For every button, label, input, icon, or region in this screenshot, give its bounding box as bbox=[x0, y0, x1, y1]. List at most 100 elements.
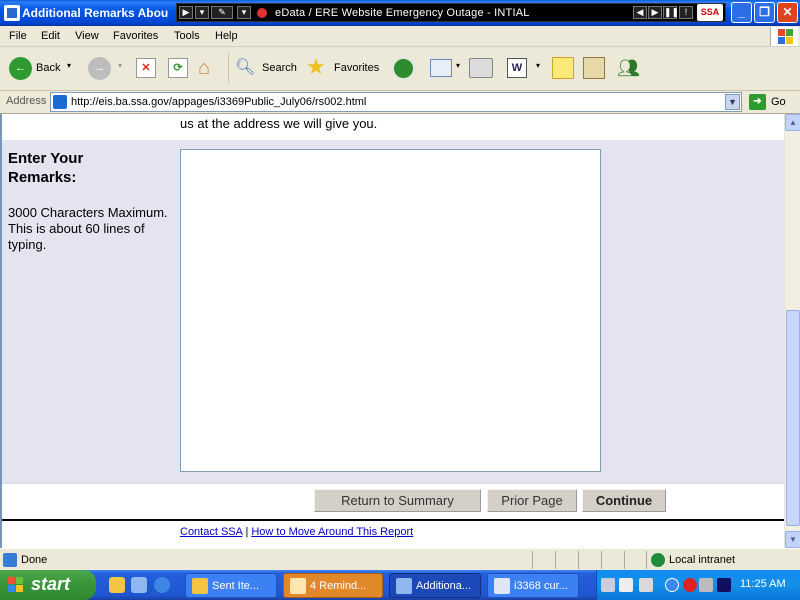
address-input[interactable]: http://eis.ba.ssa.gov/appages/i3369Publi… bbox=[50, 92, 742, 112]
page-icon bbox=[53, 95, 67, 109]
search-button-label[interactable]: Search bbox=[262, 62, 297, 74]
footer-divider bbox=[2, 519, 784, 521]
page-content: us at the address we will give you. Ente… bbox=[0, 114, 784, 548]
ssa-logo: SSA bbox=[697, 4, 723, 21]
status-cell bbox=[532, 551, 533, 569]
forward-dropdown-icon[interactable]: ▾ bbox=[118, 61, 122, 70]
media-menu-icon[interactable]: ▾ bbox=[237, 6, 251, 19]
explorer-quicklaunch-icon[interactable] bbox=[154, 577, 170, 593]
go-button-label[interactable]: Go bbox=[771, 96, 786, 108]
edit-dropdown-icon[interactable]: ▾ bbox=[536, 61, 540, 70]
status-cell bbox=[578, 551, 579, 569]
menu-file[interactable]: File bbox=[9, 30, 27, 42]
task-label: Sent Ite... bbox=[212, 580, 260, 592]
footer-separator: | bbox=[245, 526, 249, 538]
media-info-icon[interactable]: ! bbox=[679, 6, 693, 19]
favorites-button-label[interactable]: Favorites bbox=[334, 62, 379, 74]
maximize-button[interactable]: ❐ bbox=[754, 2, 775, 23]
task-sent-items[interactable]: Sent Ite... bbox=[185, 573, 277, 598]
back-arrow-icon[interactable]: ← bbox=[9, 57, 32, 80]
media-title: eData / ERE Website Emergency Outage - I… bbox=[275, 7, 530, 19]
scroll-thumb[interactable] bbox=[786, 310, 800, 526]
media-record-icon bbox=[257, 8, 267, 18]
continue-button[interactable]: Continue bbox=[582, 489, 666, 512]
remarks-section: Enter Your Remarks: 3000 Characters Maxi… bbox=[2, 140, 784, 483]
minimize-button[interactable]: _ bbox=[731, 2, 752, 23]
standard-toolbar: ← Back ▾ → ▾ ✕ ⟳ ⌂ 🔍︎ Search ★ Favorites… bbox=[0, 47, 800, 91]
address-dropdown-icon[interactable]: ▼ bbox=[725, 94, 740, 110]
system-tray: 11:25 AM bbox=[596, 570, 800, 600]
search-icon[interactable]: 🔍︎ bbox=[235, 58, 255, 78]
task-reminders[interactable]: 4 Remind... bbox=[283, 573, 383, 598]
display-tray-icon[interactable] bbox=[717, 578, 731, 592]
stop-icon[interactable]: ✕ bbox=[136, 58, 156, 78]
status-cell bbox=[646, 551, 647, 569]
help-navigation-link[interactable]: How to Move Around This Report bbox=[251, 526, 413, 538]
taskbar: start Sent Ite... 4 Remind... Additiona.… bbox=[0, 570, 800, 600]
status-text: Done bbox=[21, 554, 48, 566]
page-done-icon bbox=[3, 553, 17, 567]
tray-expand-icon[interactable] bbox=[665, 578, 679, 592]
refresh-icon[interactable]: ⟳ bbox=[168, 58, 188, 78]
monitor-tray-icon[interactable] bbox=[699, 578, 713, 592]
remarks-heading: Enter Your Remarks: bbox=[8, 150, 84, 186]
ie-window-icon[interactable] bbox=[4, 5, 20, 21]
ie-quicklaunch-icon[interactable] bbox=[131, 577, 147, 593]
toolbar-separator bbox=[228, 53, 229, 83]
ie-icon bbox=[396, 578, 412, 594]
mail-icon[interactable] bbox=[430, 59, 452, 77]
menu-view[interactable]: View bbox=[75, 30, 99, 42]
title-bar[interactable]: Additional Remarks Abou ▶ ▾ ✎ ▾ eData / … bbox=[0, 0, 800, 26]
prior-page-button[interactable]: Prior Page bbox=[487, 489, 577, 512]
notes-icon[interactable] bbox=[552, 57, 574, 79]
favorites-star-icon[interactable]: ★ bbox=[306, 55, 330, 79]
print-icon[interactable] bbox=[469, 58, 493, 78]
edit-word-icon[interactable]: W bbox=[507, 58, 527, 78]
status-cell bbox=[624, 551, 625, 569]
history-icon[interactable] bbox=[392, 57, 415, 80]
pen-tray-icon[interactable] bbox=[601, 578, 615, 592]
start-label: start bbox=[31, 574, 71, 594]
home-icon[interactable]: ⌂ bbox=[198, 57, 222, 79]
menu-favorites[interactable]: Favorites bbox=[113, 30, 158, 42]
antivirus-tray-icon[interactable] bbox=[683, 578, 697, 592]
task-label: Additiona... bbox=[416, 580, 472, 592]
scroll-up-icon[interactable]: ▲ bbox=[785, 114, 800, 131]
menu-edit[interactable]: Edit bbox=[41, 30, 60, 42]
go-arrow-icon[interactable]: ➜ bbox=[749, 94, 766, 110]
task-i3368[interactable]: i3368 cur... bbox=[487, 573, 579, 598]
back-dropdown-icon[interactable]: ▾ bbox=[67, 61, 71, 70]
menu-help[interactable]: Help bbox=[215, 30, 238, 42]
page-scrollbar[interactable]: ▲ ▼ bbox=[784, 114, 800, 548]
task-label: i3368 cur... bbox=[514, 580, 568, 592]
remarks-textarea[interactable] bbox=[180, 149, 601, 472]
scroll-down-icon[interactable]: ▼ bbox=[785, 531, 800, 548]
close-button[interactable]: ✕ bbox=[777, 2, 798, 23]
research-icon[interactable] bbox=[583, 57, 605, 79]
messenger-icon[interactable]: 👥︎ bbox=[617, 57, 641, 79]
mail-dropdown-icon[interactable]: ▾ bbox=[456, 61, 460, 70]
back-button-label[interactable]: Back bbox=[36, 62, 60, 74]
media-prev-icon[interactable]: ◀ bbox=[633, 6, 647, 19]
task-additional-remarks[interactable]: Additiona... bbox=[389, 573, 481, 598]
footer-links: Contact SSA | How to Move Around This Re… bbox=[180, 526, 413, 538]
word-doc-icon bbox=[494, 578, 510, 594]
media-pause-icon[interactable]: ❚❚ bbox=[663, 6, 679, 19]
start-button[interactable]: start bbox=[0, 570, 96, 600]
media-next-icon[interactable]: ▶ bbox=[648, 6, 662, 19]
button-row: Return to Summary Prior Page Continue bbox=[2, 483, 784, 520]
media-play-icon[interactable]: ▶ bbox=[179, 6, 193, 19]
forward-arrow-icon[interactable]: → bbox=[88, 57, 111, 80]
contact-ssa-link[interactable]: Contact SSA bbox=[180, 526, 242, 538]
menu-tools[interactable]: Tools bbox=[174, 30, 200, 42]
window-title: Additional Remarks Abou bbox=[22, 6, 169, 20]
media-dropdown-icon[interactable]: ▾ bbox=[195, 6, 209, 19]
status-bar: Done Local intranet bbox=[0, 548, 800, 570]
outlook-icon bbox=[192, 578, 208, 594]
network-tray-icon[interactable] bbox=[619, 578, 633, 592]
security-zone-text: Local intranet bbox=[669, 554, 736, 566]
outlook-quicklaunch-icon[interactable] bbox=[109, 577, 125, 593]
return-to-summary-button[interactable]: Return to Summary bbox=[314, 489, 481, 512]
media-tools-icon[interactable]: ✎ bbox=[211, 6, 233, 19]
tool-tray-icon[interactable] bbox=[639, 578, 653, 592]
